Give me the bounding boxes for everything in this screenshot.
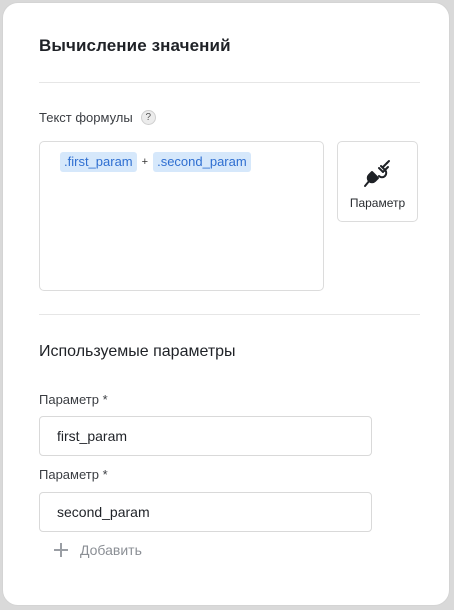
divider (39, 82, 420, 83)
param-field-label: Параметр * (39, 392, 108, 407)
add-parameter-button[interactable]: Добавить (53, 542, 142, 558)
formula-label: Текст формулы (39, 110, 133, 125)
add-parameter-label: Добавить (80, 542, 142, 558)
formula-token-second-param[interactable]: .second_param (153, 152, 251, 172)
param-input-second[interactable] (39, 492, 372, 532)
formula-expression: .first_param + .second_param (60, 152, 251, 172)
plug-icon (364, 160, 390, 187)
formula-editor[interactable]: .first_param + .second_param (39, 141, 324, 291)
formula-token-first-param[interactable]: .first_param (60, 152, 137, 172)
help-icon[interactable]: ? (140, 110, 156, 125)
plus-icon (53, 542, 69, 558)
insert-parameter-label: Параметр (349, 196, 406, 210)
param-field-label: Параметр * (39, 467, 108, 482)
used-params-title: Используемые параметры (39, 343, 236, 360)
divider (39, 314, 420, 315)
formula-card: Вычисление значений Текст формулы ? .fir… (2, 2, 450, 606)
formula-operator: + (141, 156, 149, 168)
param-input-first[interactable] (39, 416, 372, 456)
card-title: Вычисление значений (39, 36, 231, 55)
formula-label-row: Текст формулы ? (39, 110, 156, 125)
insert-parameter-button[interactable]: Параметр (337, 141, 418, 222)
